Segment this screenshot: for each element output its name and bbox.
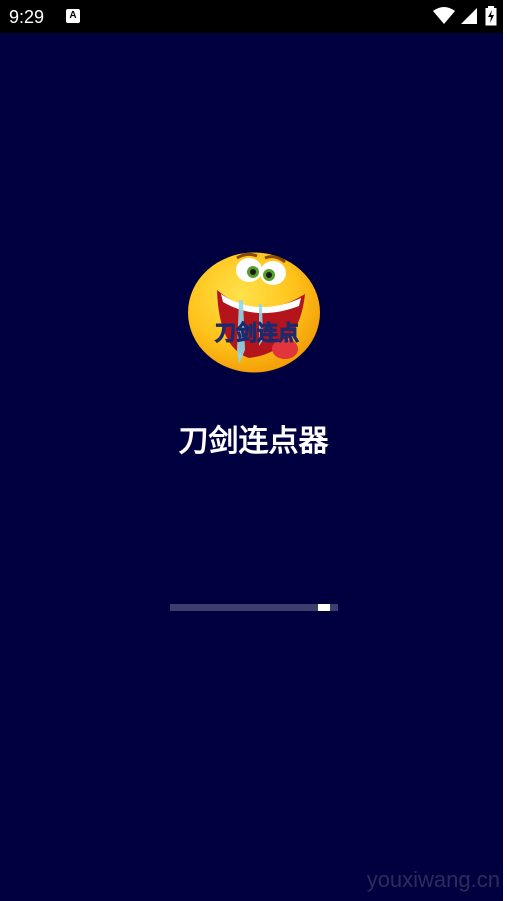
app-title: 刀剑连点器 bbox=[178, 424, 329, 459]
watermark: youxiwang.cn bbox=[366, 867, 500, 892]
status-bar: 9:29 A bbox=[0, 0, 503, 33]
battery-charging-icon bbox=[485, 6, 497, 26]
loading-progress-fill bbox=[170, 604, 330, 611]
app-logo-label: 刀剑连点 bbox=[215, 321, 299, 345]
app-logo-icon: 刀剑连点 bbox=[188, 252, 320, 373]
splash-screen: 9:29 A 刀剑连点 刀剑连点器 youxiwang.cn bbox=[0, 0, 503, 901]
wifi-icon bbox=[433, 7, 455, 24]
loading-progress-indicator bbox=[318, 604, 330, 611]
cell-signal-icon bbox=[461, 8, 477, 24]
screen-edge bbox=[503, 0, 507, 901]
a-square-icon: A bbox=[66, 9, 80, 23]
loading-progress-bar bbox=[170, 604, 338, 611]
status-time: 9:29 bbox=[9, 7, 45, 27]
